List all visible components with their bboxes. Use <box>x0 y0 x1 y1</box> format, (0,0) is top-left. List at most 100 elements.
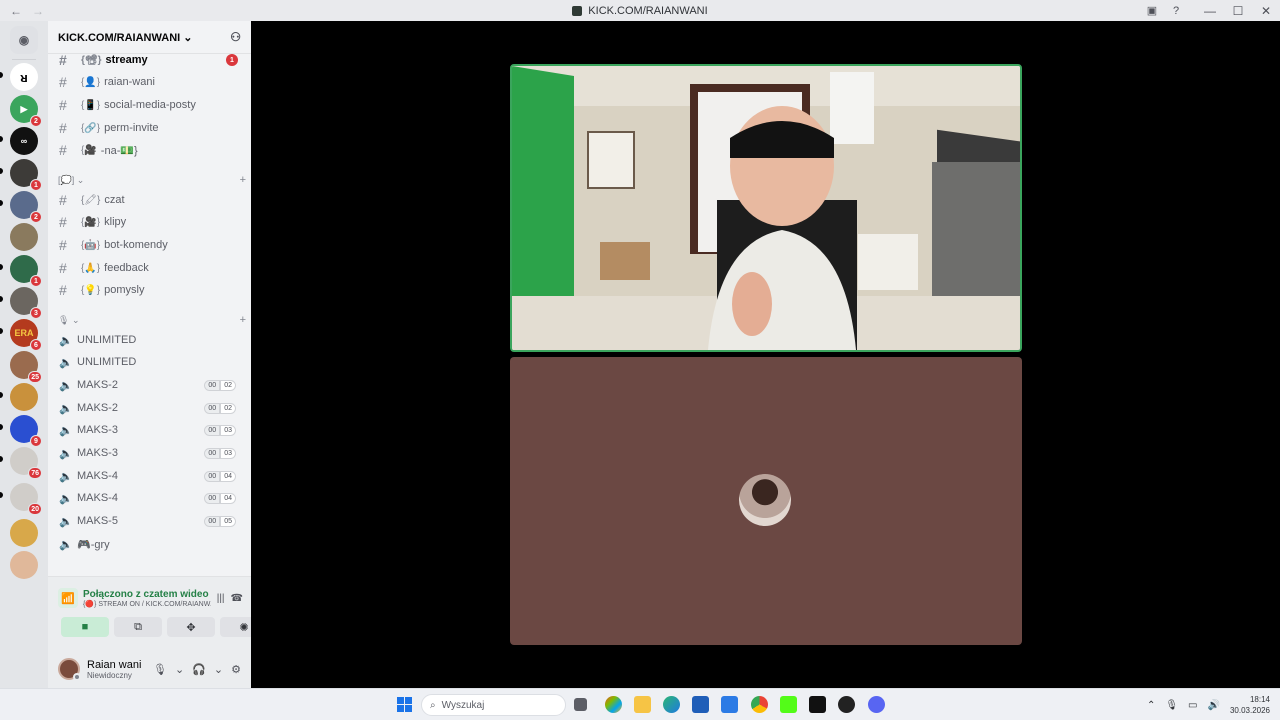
channel-czat[interactable]: # {🖍} czat <box>54 190 246 210</box>
forward-arrow-icon[interactable]: → <box>32 4 44 18</box>
disconnect-icon[interactable]: ☎ <box>231 593 243 604</box>
voice-status: 📶 Połączono z czatem wideo {🔴} STREAM ON… <box>58 585 243 611</box>
back-arrow-icon[interactable]: ← <box>10 4 22 18</box>
channel-social-media-posty[interactable]: # {📱} social-media-posty <box>54 95 246 115</box>
voice-channel[interactable]: 🔈 🎮-gry <box>54 534 246 554</box>
category-text[interactable]: [💭] ⌄ + <box>58 173 246 187</box>
voice-channel-link[interactable]: {🔴} STREAM ON / KICK.COM/RAIANW... <box>83 600 211 608</box>
server-icon[interactable] <box>10 223 38 251</box>
server-icon[interactable]: 3 <box>10 287 42 319</box>
help-icon[interactable]: ? <box>1164 5 1188 17</box>
voice-action-buttons: ■ ⧉ ✥ ✺ <box>61 617 268 637</box>
server-folder-icon[interactable]: 20 <box>10 483 42 515</box>
chrome-icon[interactable] <box>751 696 768 713</box>
channel-perm-invite[interactable]: # {🔗} perm-invite <box>54 118 246 138</box>
maximize-button[interactable]: ☐ <box>1224 4 1252 18</box>
voice-channel[interactable]: 🔈 MAKS-4 00 04 <box>54 488 246 508</box>
close-button[interactable]: ✕ <box>1252 4 1280 18</box>
chevron-down-icon[interactable]: ⌄ <box>214 663 223 676</box>
discord-icon[interactable] <box>868 696 885 713</box>
video-tile-avatar[interactable] <box>510 357 1022 645</box>
channel-name: raian-wani <box>104 76 155 88</box>
server-icon[interactable]: ᴚ <box>10 63 38 91</box>
volume-icon[interactable]: 🔊 <box>1208 700 1220 711</box>
server-folder-icon[interactable]: 76 <box>10 447 42 479</box>
screen-share-button[interactable]: ⧉ <box>114 617 162 637</box>
inbox-icon[interactable]: ▣ <box>1140 4 1164 17</box>
add-channel-icon[interactable]: + <box>240 314 246 326</box>
headphones-icon[interactable]: 🎧 <box>192 663 206 676</box>
voice-channel[interactable]: 🔈 MAKS-2 00 02 <box>54 398 246 418</box>
user-limit-value: 05 <box>220 515 236 527</box>
camera-button[interactable]: ■ <box>61 617 109 637</box>
channel-bot-komendy[interactable]: # {🤖} bot-komendy <box>54 235 246 255</box>
unread-pill <box>0 328 3 334</box>
server-icon[interactable]: 9 <box>10 415 42 447</box>
home-discord-icon[interactable]: ◉ <box>10 26 38 54</box>
voice-channel[interactable]: 🔈 MAKS-4 00 04 <box>54 466 246 486</box>
activities-button[interactable]: ✥ <box>167 617 215 637</box>
channel-streamy[interactable]: # {📽} streamy 1 <box>54 54 246 70</box>
channel-na[interactable]: # {🎥 -na-💵} <box>54 140 246 160</box>
signal-icon[interactable]: 📶 <box>58 588 78 608</box>
server-icon[interactable]: ▶ 2 <box>10 95 42 127</box>
channel-name: -na-💵} <box>100 144 138 157</box>
server-icon[interactable]: 1 <box>10 159 42 191</box>
user-limit-value: 04 <box>220 470 236 482</box>
avatar[interactable] <box>58 658 81 681</box>
chevron-down-icon: ⌄ <box>71 314 80 325</box>
task-view-icon[interactable] <box>574 698 587 711</box>
chevron-up-icon[interactable]: ⌃ <box>1147 700 1155 711</box>
channel-raian-wani[interactable]: # {👤} raian-wani <box>54 72 246 92</box>
channel-pomysly[interactable]: # {💡} pomysly <box>54 280 246 300</box>
voice-channel[interactable]: 🔈 UNLIMITED <box>54 330 246 350</box>
edge-icon[interactable] <box>663 696 680 713</box>
category-voice[interactable]: 🎙 ⌄ + <box>58 313 246 327</box>
taskbar-search[interactable]: ⌕ Wyszukaj <box>421 694 566 716</box>
server-icon[interactable]: 1 <box>10 255 42 287</box>
microphone-icon[interactable]: 🎙 <box>153 663 167 676</box>
windows-start-icon[interactable] <box>397 697 412 712</box>
clock[interactable]: 18:14 30.03.2026 <box>1230 694 1270 716</box>
obs-icon[interactable] <box>838 696 855 713</box>
copilot-icon[interactable] <box>605 696 622 713</box>
channel-feedback[interactable]: # {🙏} feedback <box>54 258 246 278</box>
voice-channel[interactable]: 🔈 MAKS-3 00 03 <box>54 443 246 463</box>
gear-icon[interactable]: ⚙ <box>231 663 241 676</box>
voice-status-text[interactable]: Połączono z czatem wideo <box>83 589 211 600</box>
channel-emoji: {🎥} <box>81 216 101 228</box>
terminal-icon[interactable] <box>809 696 826 713</box>
voice-channel[interactable]: 🔈 MAKS-5 00 05 <box>54 511 246 531</box>
channel-name: streamy <box>105 54 148 66</box>
microphone-icon[interactable]: 🎙 <box>1165 700 1178 711</box>
voice-channel[interactable]: 🔈 UNLIMITED <box>54 352 246 372</box>
channel-klipy[interactable]: # {🎥} klipy <box>54 212 246 232</box>
voice-channel[interactable]: 🔈 MAKS-2 00 02 <box>54 375 246 395</box>
kick-icon[interactable] <box>780 696 797 713</box>
server-icon[interactable]: 2 <box>10 191 42 223</box>
speaker-icon: 🔈 <box>59 470 73 483</box>
voice-channel[interactable]: 🔈 MAKS-3 00 03 <box>54 420 246 440</box>
user-limit: 00 02 <box>204 379 236 391</box>
chevron-down-icon[interactable]: ⌄ <box>175 663 184 676</box>
guild-header[interactable]: KICK.COM/RAIANWANI ⌄ ⚇ <box>48 21 251 54</box>
user-limit: 00 03 <box>204 424 236 436</box>
add-channel-icon[interactable]: + <box>240 174 246 186</box>
invite-people-icon[interactable]: ⚇ <box>230 30 241 44</box>
video-tile-webcam[interactable] <box>510 64 1022 352</box>
server-icon[interactable] <box>10 383 38 411</box>
noise-suppression-icon[interactable]: ||| <box>217 593 225 604</box>
server-icon[interactable]: ERA 6 <box>10 319 42 351</box>
server-icon[interactable]: ∞ <box>10 127 38 155</box>
user-count: 00 <box>204 424 221 436</box>
file-explorer-icon[interactable] <box>634 696 651 713</box>
speaker-icon: 🔈 <box>59 492 73 505</box>
minimize-button[interactable]: — <box>1196 4 1224 18</box>
user-info[interactable]: Raian wani Niewidoczny <box>87 659 153 680</box>
server-icon[interactable] <box>10 519 38 547</box>
outlook-icon[interactable] <box>721 696 738 713</box>
server-icon[interactable]: 25 <box>10 351 42 383</box>
server-icon[interactable] <box>10 551 38 579</box>
network-icon[interactable]: ▭ <box>1188 700 1197 711</box>
store-icon[interactable] <box>692 696 709 713</box>
